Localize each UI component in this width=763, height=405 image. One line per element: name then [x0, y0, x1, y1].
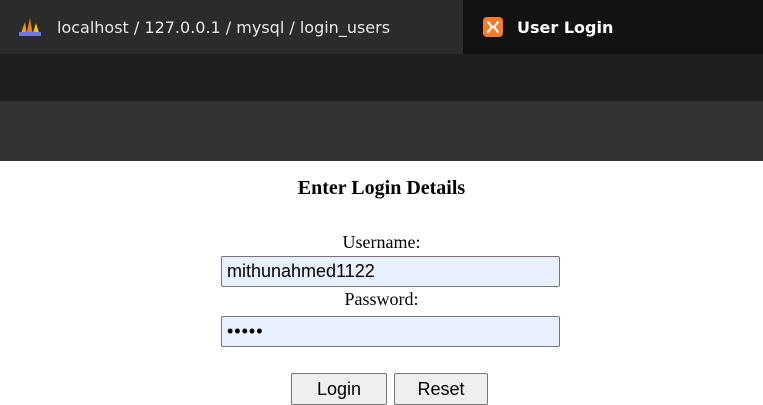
login-page: Enter Login Details Username: Password: … [0, 161, 763, 405]
password-label: Password: [344, 289, 419, 309]
password-input[interactable] [221, 316, 560, 347]
browser-tab-bar: localhost / 127.0.0.1 / mysql / login_us… [0, 0, 763, 54]
username-label: Username: [342, 232, 421, 252]
xampp-icon [483, 17, 503, 37]
page-title: Enter Login Details [297, 177, 466, 199]
browser-bookmarks-bar [0, 101, 763, 161]
tab-title: localhost / 127.0.0.1 / mysql / login_us… [57, 17, 391, 37]
reset-button[interactable]: Reset [394, 373, 488, 405]
browser-toolbar [0, 54, 763, 101]
tab-user-login[interactable]: User Login [463, 0, 763, 54]
login-button[interactable]: Login [291, 373, 387, 405]
tab-title: User Login [517, 17, 614, 37]
username-input[interactable] [221, 256, 560, 287]
phpmyadmin-icon [19, 18, 41, 36]
tab-phpmyadmin[interactable]: localhost / 127.0.0.1 / mysql / login_us… [0, 0, 463, 54]
